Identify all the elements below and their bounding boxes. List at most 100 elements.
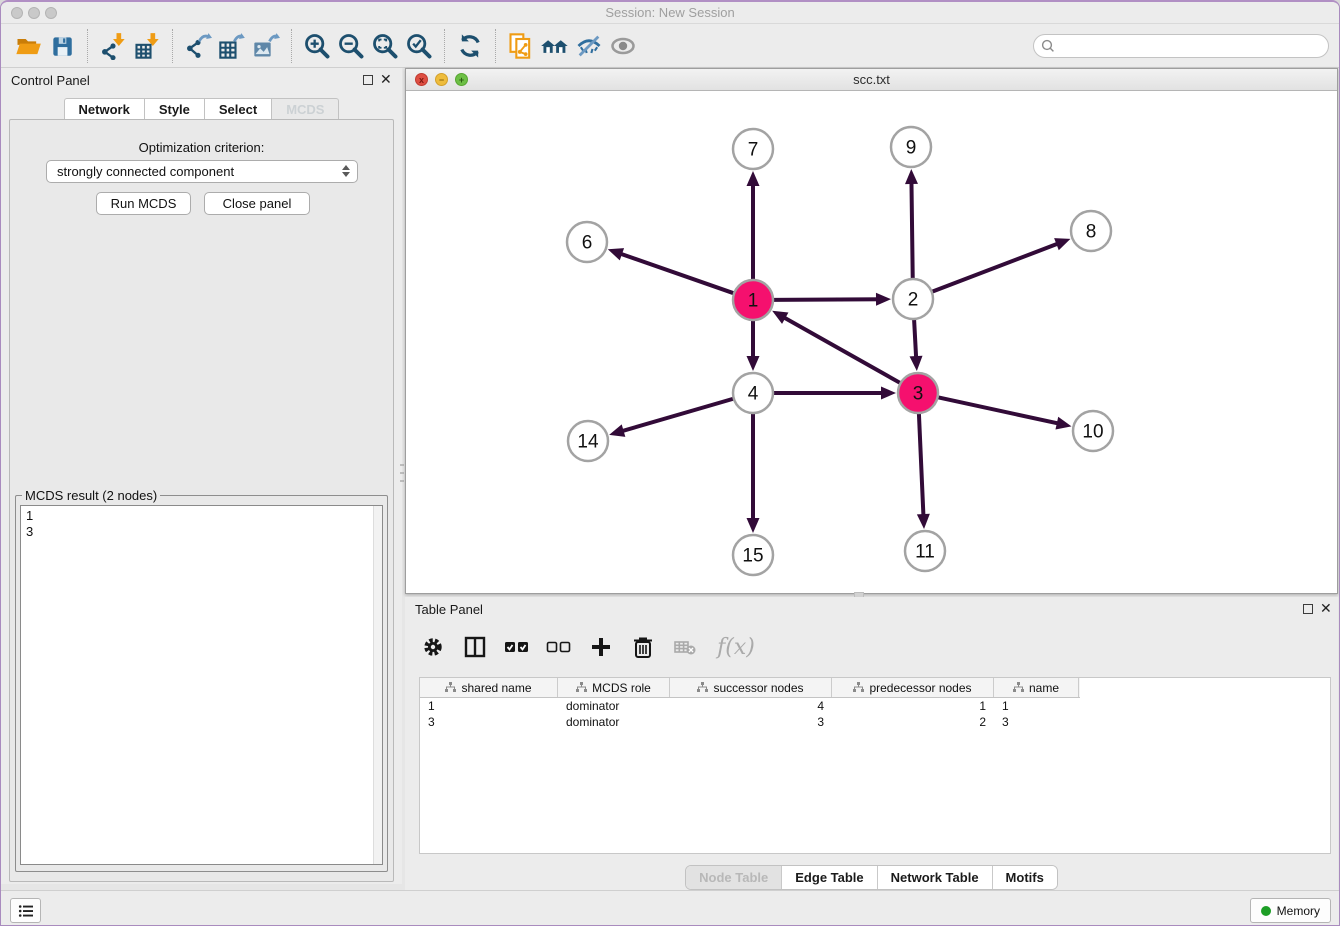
table-tabs: Node Table Edge Table Network Table Moti… [405, 865, 1338, 890]
graph-edge[interactable] [933, 242, 1063, 292]
graph-edge[interactable] [779, 315, 899, 383]
tab-motifs[interactable]: Motifs [992, 866, 1057, 889]
memory-button[interactable]: Memory [1250, 898, 1331, 923]
import-table-icon[interactable] [130, 29, 164, 63]
zoom-out-icon[interactable] [334, 29, 368, 63]
result-scrollbar[interactable] [373, 506, 382, 864]
show-graphics-icon[interactable] [606, 29, 640, 63]
node-label: 9 [906, 138, 917, 159]
main-toolbar [1, 24, 1339, 68]
gear-icon[interactable] [419, 633, 447, 661]
search-field [1033, 34, 1329, 58]
edge-arrowhead [917, 514, 930, 529]
tab-node-table[interactable]: Node Table [686, 866, 781, 889]
network-canvas[interactable]: 7968124314101511 [407, 91, 1336, 593]
application-window: Session: New Session [0, 0, 1340, 926]
deselect-all-icon[interactable] [545, 633, 573, 661]
close-panel-button[interactable]: Close panel [204, 192, 310, 215]
import-network-icon[interactable] [96, 29, 130, 63]
delete-table-icon [671, 633, 699, 661]
column-header[interactable]: predecessor nodes [832, 678, 994, 697]
tab-network[interactable]: Network [64, 98, 144, 121]
run-mcds-button[interactable]: Run MCDS [96, 192, 191, 215]
network-window-title: scc.txt [406, 72, 1337, 87]
toolbar-separator [87, 29, 88, 63]
function-builder-icon: f(x) [713, 633, 759, 661]
mcds-result-list[interactable]: 1 3 [20, 505, 383, 865]
task-history-button[interactable] [10, 898, 41, 923]
open-folder-icon[interactable] [11, 29, 45, 63]
control-panel-tabs: Network Style Select MCDS [1, 98, 402, 121]
node-table[interactable]: shared nameMCDS rolesuccessor nodesprede… [419, 677, 1331, 854]
select-all-icon[interactable] [503, 633, 531, 661]
graph-edge[interactable] [616, 252, 734, 293]
table-row[interactable]: 1dominator411 [420, 698, 1080, 714]
list-icon [18, 904, 34, 918]
table-row[interactable]: 3dominator323 [420, 714, 1080, 730]
vertical-splitter-handle[interactable] [400, 464, 404, 482]
delete-column-icon[interactable] [629, 633, 657, 661]
close-panel-icon[interactable]: ✕ [380, 72, 392, 86]
graph-edge[interactable] [939, 397, 1064, 424]
column-type-icon [1013, 682, 1024, 693]
mcds-result-title: MCDS result (2 nodes) [22, 488, 160, 503]
main-area: Control Panel ✕ Network Style Select MCD… [1, 68, 1339, 890]
graph-edge[interactable] [774, 299, 883, 300]
tab-network-table[interactable]: Network Table [877, 866, 992, 889]
column-type-icon [576, 682, 587, 693]
export-network-icon[interactable] [181, 29, 215, 63]
table-cell: 1 [420, 698, 558, 714]
memory-label: Memory [1277, 904, 1320, 918]
tab-edge-table[interactable]: Edge Table [781, 866, 876, 889]
network-window-titlebar[interactable]: x − + scc.txt [406, 69, 1337, 91]
edge-arrowhead [1054, 238, 1070, 250]
column-header[interactable]: name [994, 678, 1079, 697]
node-label: 10 [1082, 422, 1103, 443]
save-icon[interactable] [45, 29, 79, 63]
optimization-criterion-value: strongly connected component [57, 164, 234, 179]
columns-icon[interactable] [461, 633, 489, 661]
select-stepper-icon [342, 165, 350, 177]
table-cell: 3 [994, 714, 1079, 730]
tab-style[interactable]: Style [144, 98, 204, 121]
tab-mcds[interactable]: MCDS [271, 98, 339, 121]
node-label: 1 [748, 291, 759, 312]
node-label: 11 [915, 542, 935, 563]
zoom-selected-icon[interactable] [402, 29, 436, 63]
toolbar-separator [172, 29, 173, 63]
graph-edge[interactable] [617, 399, 733, 433]
column-header[interactable]: successor nodes [670, 678, 832, 697]
add-column-icon[interactable] [587, 633, 615, 661]
column-header[interactable]: MCDS role [558, 678, 670, 697]
column-header[interactable]: shared name [420, 678, 558, 697]
export-table-icon[interactable] [215, 29, 249, 63]
home-views-icon[interactable] [538, 29, 572, 63]
mcds-result-line: 1 [26, 508, 382, 524]
search-input[interactable] [1033, 34, 1329, 58]
hide-graphics-icon[interactable] [572, 29, 606, 63]
zoom-fit-icon[interactable] [368, 29, 402, 63]
float-panel-icon[interactable] [363, 75, 373, 85]
graph-edge[interactable] [911, 177, 912, 278]
node-label: 3 [913, 384, 924, 405]
edge-arrowhead [910, 356, 923, 371]
node-label: 6 [582, 233, 593, 254]
export-image-icon[interactable] [249, 29, 283, 63]
tab-select[interactable]: Select [204, 98, 271, 121]
edge-arrowhead [747, 171, 760, 186]
node-label: 7 [748, 140, 759, 161]
edge-arrowhead [905, 169, 918, 184]
node-label: 4 [748, 384, 759, 405]
table-cell: dominator [558, 698, 670, 714]
table-panel: Table Panel ✕ [405, 597, 1338, 890]
refresh-icon[interactable] [453, 29, 487, 63]
search-icon [1041, 39, 1055, 53]
node-label: 15 [742, 546, 763, 567]
optimization-criterion-select[interactable]: strongly connected component [46, 160, 358, 183]
graph-edge[interactable] [919, 414, 924, 521]
optimization-criterion-label: Optimization criterion: [10, 140, 393, 155]
zoom-in-icon[interactable] [300, 29, 334, 63]
float-table-panel-icon[interactable] [1303, 604, 1313, 614]
copy-network-icon[interactable] [504, 29, 538, 63]
close-table-panel-icon[interactable]: ✕ [1320, 601, 1332, 615]
